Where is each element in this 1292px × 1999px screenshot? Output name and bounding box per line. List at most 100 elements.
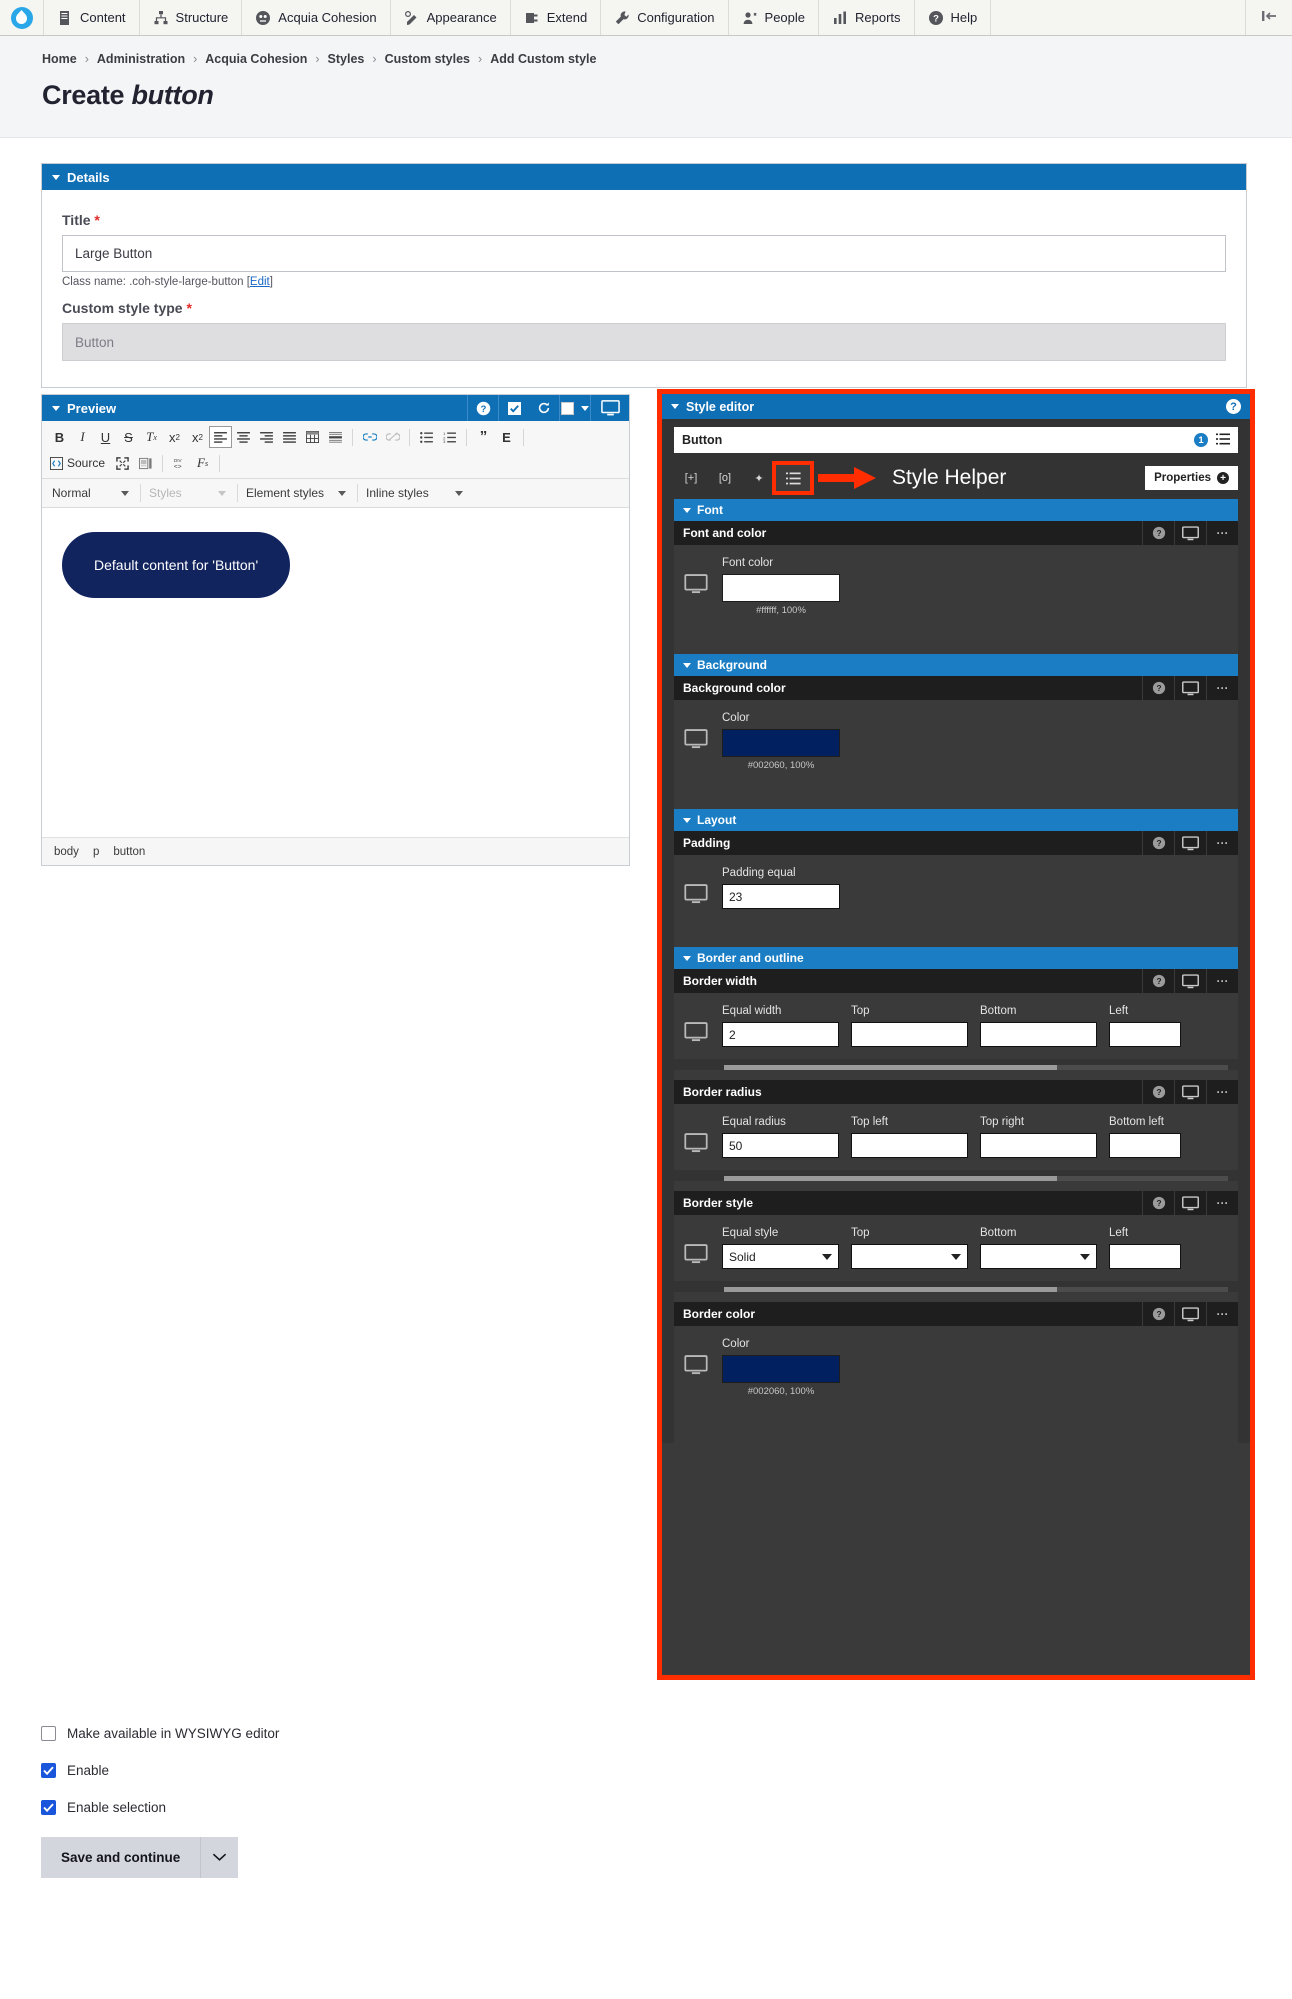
help-icon[interactable]: ? xyxy=(1142,676,1174,700)
add-style-icon[interactable]: [+] xyxy=(674,465,708,491)
border-width-bottom-input[interactable] xyxy=(980,1022,1097,1047)
breadcrumb-item-administration[interactable]: Administration xyxy=(97,52,185,66)
wysiwyg-checkbox-row[interactable]: Make available in WYSIWYG editor xyxy=(41,1726,641,1741)
help-icon[interactable]: ? xyxy=(1142,969,1174,993)
border-style-left-input[interactable] xyxy=(1109,1244,1181,1269)
more-options-icon[interactable]: ··· xyxy=(1206,676,1238,700)
save-and-continue-button[interactable]: Save and continue xyxy=(41,1837,201,1878)
details-panel-header[interactable]: Details xyxy=(42,164,1246,190)
section-header-font[interactable]: Font xyxy=(674,499,1238,521)
magic-style-icon[interactable]: ✦ xyxy=(742,465,776,491)
list-menu-icon[interactable] xyxy=(1216,433,1230,448)
image-icon[interactable] xyxy=(134,452,157,474)
background-color-swatch[interactable] xyxy=(722,729,840,757)
help-icon[interactable]: ? xyxy=(468,395,498,421)
breadcrumb-item-home[interactable]: Home xyxy=(42,52,77,66)
enable-checkbox-row[interactable]: Enable xyxy=(41,1763,641,1778)
border-style-top-select[interactable] xyxy=(851,1244,968,1269)
desktop-icon[interactable] xyxy=(591,395,629,421)
properties-button[interactable]: Properties + xyxy=(1145,466,1238,490)
align-justify-icon[interactable] xyxy=(278,426,301,448)
enable-selection-checkbox[interactable] xyxy=(41,1800,56,1815)
border-style-equal-select[interactable]: Solid xyxy=(722,1244,839,1269)
link-icon[interactable] xyxy=(358,426,381,448)
breadcrumb-item-acquia-cohesion[interactable]: Acquia Cohesion xyxy=(205,52,307,66)
style-element-bar[interactable]: Button 1 xyxy=(674,427,1238,453)
more-options-icon[interactable]: ··· xyxy=(1206,969,1238,993)
class-name-edit-link[interactable]: Edit xyxy=(250,276,270,288)
border-radius-top-left-input[interactable] xyxy=(851,1133,968,1158)
help-icon[interactable]: ? xyxy=(1142,1302,1174,1326)
border-width-scrollbar[interactable] xyxy=(724,1065,1228,1070)
source-button[interactable]: Source xyxy=(48,452,111,474)
preview-panel-title-group[interactable]: Preview xyxy=(42,401,467,416)
align-right-icon[interactable] xyxy=(255,426,278,448)
desktop-icon[interactable] xyxy=(1174,521,1206,545)
bulleted-list-icon[interactable] xyxy=(415,426,438,448)
border-width-equal-input[interactable] xyxy=(722,1022,839,1047)
desktop-icon[interactable] xyxy=(1174,1191,1206,1215)
border-radius-top-right-input[interactable] xyxy=(980,1133,1097,1158)
preview-demo-button[interactable]: Default content for 'Button' xyxy=(62,532,291,598)
more-options-icon[interactable]: ··· xyxy=(1206,831,1238,855)
horizontal-rule-icon[interactable] xyxy=(324,426,347,448)
breadcrumb-item-custom-styles[interactable]: Custom styles xyxy=(385,52,470,66)
color-swatch-icon[interactable] xyxy=(560,395,590,421)
border-width-left-input[interactable] xyxy=(1109,1022,1181,1047)
desktop-icon[interactable] xyxy=(1174,831,1206,855)
bold-icon[interactable]: B xyxy=(48,426,71,448)
italic-icon[interactable]: I xyxy=(71,426,94,448)
desktop-icon[interactable] xyxy=(1174,676,1206,700)
help-icon[interactable]: ? xyxy=(1142,521,1174,545)
scrollbar-thumb[interactable] xyxy=(724,1065,1057,1070)
refresh-icon[interactable] xyxy=(529,395,559,421)
element-styles-select[interactable]: Element styles xyxy=(244,483,351,503)
toolbar-item-acquia-cohesion[interactable]: Acquia Cohesion xyxy=(242,0,391,35)
help-icon[interactable]: ? xyxy=(1142,1191,1174,1215)
superscript-icon[interactable]: x2 xyxy=(163,426,186,448)
section-header-background[interactable]: Background xyxy=(674,654,1238,676)
border-width-top-input[interactable] xyxy=(851,1022,968,1047)
remove-format-icon[interactable]: Tx xyxy=(140,426,163,448)
collapse-toolbar-button[interactable] xyxy=(1246,0,1292,35)
strikethrough-icon[interactable]: S xyxy=(117,426,140,448)
toolbar-item-people[interactable]: People xyxy=(729,0,820,35)
align-center-icon[interactable] xyxy=(232,426,255,448)
desktop-icon[interactable] xyxy=(1174,969,1206,993)
border-radius-bottom-left-input[interactable] xyxy=(1109,1133,1181,1158)
style-helper-icon[interactable] xyxy=(772,461,814,495)
more-options-icon[interactable]: ··· xyxy=(1206,521,1238,545)
element-path-button[interactable]: button xyxy=(113,846,145,858)
inline-styles-select[interactable]: Inline styles xyxy=(364,483,468,503)
styles-icon[interactable]: Fs xyxy=(191,452,214,474)
more-options-icon[interactable]: ··· xyxy=(1206,1302,1238,1326)
save-dropdown-button[interactable] xyxy=(200,1837,239,1878)
table-icon[interactable] xyxy=(301,426,324,448)
drupal-logo[interactable] xyxy=(0,0,44,35)
border-color-swatch[interactable] xyxy=(722,1355,840,1383)
border-radius-scrollbar[interactable] xyxy=(724,1176,1228,1181)
scrollbar-thumb[interactable] xyxy=(724,1176,1057,1181)
toolbar-item-configuration[interactable]: Configuration xyxy=(601,0,729,35)
element-path-body[interactable]: body xyxy=(54,846,79,858)
more-options-icon[interactable]: ··· xyxy=(1206,1191,1238,1215)
style-editor-title-group[interactable]: Style editor xyxy=(671,400,754,414)
toolbar-item-structure[interactable]: Structure xyxy=(140,0,243,35)
subscript-icon[interactable]: x2 xyxy=(186,426,209,448)
paragraph-format-select[interactable]: Normal xyxy=(50,483,134,503)
numbered-list-icon[interactable]: 123 xyxy=(438,426,461,448)
scrollbar-thumb[interactable] xyxy=(724,1287,1057,1292)
toolbar-item-extend[interactable]: Extend xyxy=(511,0,602,35)
section-header-layout[interactable]: Layout xyxy=(674,809,1238,831)
section-header-border-and-outline[interactable]: Border and outline xyxy=(674,947,1238,969)
underline-icon[interactable]: U xyxy=(94,426,117,448)
text-element-icon[interactable]: E xyxy=(495,426,518,448)
blockquote-icon[interactable]: ” xyxy=(472,426,495,448)
border-radius-equal-input[interactable] xyxy=(722,1133,839,1158)
checkbox-icon[interactable] xyxy=(499,395,529,421)
search-style-icon[interactable]: [o] xyxy=(708,465,742,491)
div-container-icon[interactable]: DIV <> xyxy=(168,452,191,474)
unlink-icon[interactable] xyxy=(381,426,404,448)
align-left-icon[interactable] xyxy=(209,426,232,448)
font-color-swatch[interactable] xyxy=(722,574,840,602)
